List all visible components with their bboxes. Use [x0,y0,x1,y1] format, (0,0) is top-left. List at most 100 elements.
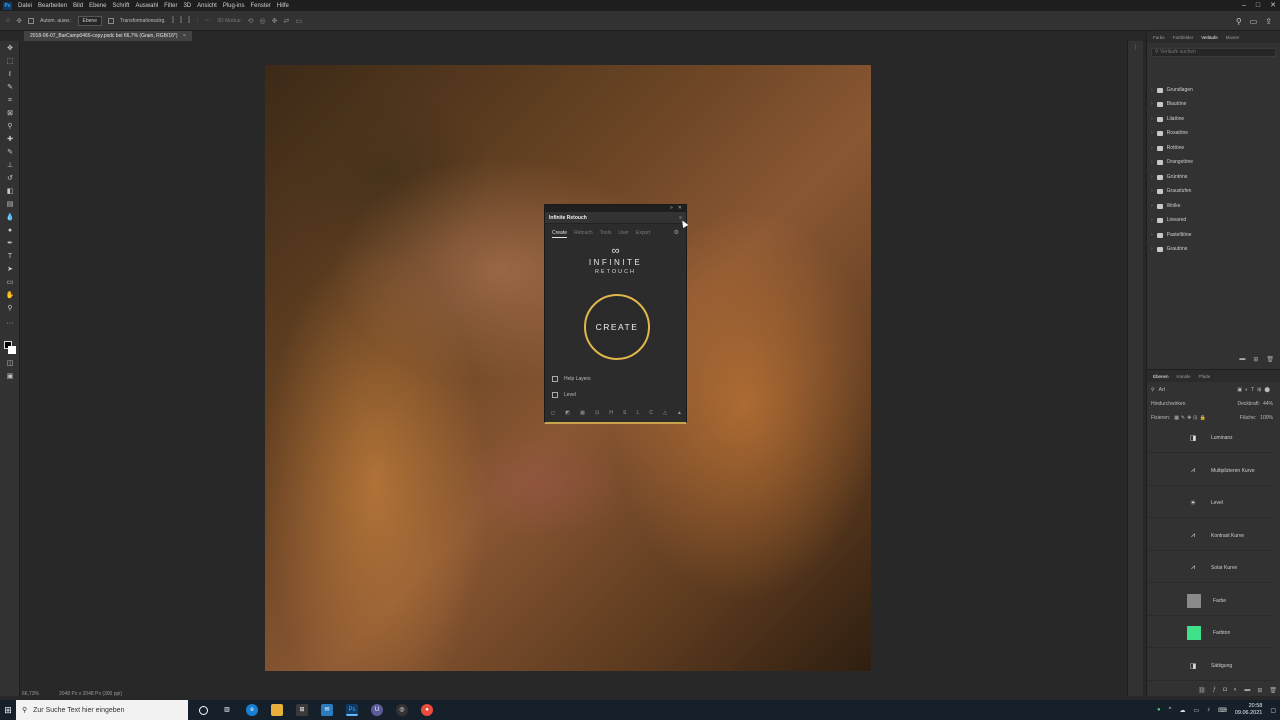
c-button[interactable]: C [649,410,653,416]
tab-muster[interactable]: Muster [1226,35,1240,40]
share-icon[interactable]: ⇪ [1265,17,1272,26]
close-tab-icon[interactable]: × [183,33,186,39]
blur-tool-icon[interactable]: 💧 [5,213,15,222]
tab-farbe[interactable]: Farbe [1153,35,1165,40]
layer-filter-icons[interactable]: ▣◐T⊞⬤ [1237,387,1273,393]
layer-row[interactable]: ☀ Level [1147,488,1273,518]
folder-pastelltoene[interactable]: › Pastelltöne [1151,231,1191,239]
zoom-tool-icon[interactable]: ⚲ [5,304,15,313]
more-options-icon[interactable]: ··· [204,17,211,24]
app-u-icon[interactable]: U [371,704,383,716]
menu-ebene[interactable]: Ebene [89,3,106,9]
3d-rotate-icon[interactable]: ⟲ [248,17,254,25]
folder-graustufen[interactable]: › Graustufen [1151,187,1191,195]
transform-checkbox[interactable] [107,17,114,24]
3d-scale-icon[interactable]: ▭ [295,17,302,25]
maximize-icon[interactable]: □ [1256,0,1260,11]
hand-tool-icon[interactable]: ✋ [5,291,15,300]
cloud-icon[interactable]: ☁ [1179,707,1185,714]
brush-tool-icon[interactable]: ✎ [5,148,15,157]
clock[interactable]: 20:58 09.06.2021 [1235,703,1263,717]
s-button[interactable]: S [623,410,626,416]
folder-gruentoene[interactable]: › Grüntöne [1151,173,1188,181]
help-layers-checkbox[interactable] [552,376,558,382]
folder-rosatoene[interactable]: › Rosatöne [1151,129,1188,137]
align-left-icon[interactable]: ⫿ [172,17,174,25]
gradient-tool-icon[interactable]: ▤ [5,200,15,209]
photoshop-icon[interactable]: Ps [346,704,358,716]
l-button[interactable]: L [636,410,639,416]
opacity-value[interactable]: 44% [1263,401,1273,407]
windows-start-icon[interactable]: ⊞ [0,700,16,720]
move-tool-icon[interactable]: ✥ [5,44,15,53]
layer-filter-select[interactable]: Art [1159,387,1165,393]
menu-filter[interactable]: Filter [164,3,177,9]
plugin-titlebar[interactable]: » ✕ [545,205,686,212]
warning-outline-icon[interactable]: △ [663,410,667,416]
menu-bild[interactable]: Bild [73,3,83,9]
gradient-search-input[interactable]: ⚲ Verläufe suchen [1151,48,1276,57]
healing-brush-tool-icon[interactable]: ✚ [5,135,15,144]
layer-row[interactable]: ⩘ Kontrast Kurve [1147,521,1273,551]
tab-verlaeufe[interactable]: Verläufe [1201,35,1218,40]
folder-orangetoene[interactable]: › Orangetöne [1151,158,1193,166]
target-icon[interactable]: ⊡ [595,410,599,416]
clone-stamp-tool-icon[interactable]: ⊥ [5,161,15,170]
taskbar-search-input[interactable]: ⚲ Zur Suche Text hier eingeben [16,700,188,720]
folder-grundlagen[interactable]: › Grundlagen [1151,86,1193,94]
screen-mode-icon[interactable]: ▣ [5,372,15,381]
eraser-tool-icon[interactable]: ◧ [5,187,15,196]
menu-hilfe[interactable]: Hilfe [277,3,289,9]
3d-pan-icon[interactable]: ✥ [272,17,278,25]
layer-row[interactable]: ◨ Luminanz [1147,423,1273,453]
volume-icon[interactable]: ♪ [1207,707,1210,713]
group-icon[interactable]: ▬ [1244,687,1250,694]
folder-lineared[interactable]: › Lineared [1151,216,1186,224]
lock-icons[interactable]: ▦✎✥⊡🔒 [1174,415,1208,421]
3d-slide-icon[interactable]: ⇄ [283,17,289,25]
tab-tools[interactable]: Tools [600,230,612,238]
gear-icon[interactable]: ⚙ [674,229,679,236]
pen-tool-icon[interactable]: ✒ [5,239,15,248]
eyedropper-tool-icon[interactable]: ⚲ [5,122,15,131]
chrome-icon[interactable]: ● [421,704,433,716]
edge-icon[interactable]: e [246,704,258,716]
minimize-icon[interactable]: – [1242,0,1246,11]
tab-export[interactable]: Export [636,230,650,238]
new-gradient-icon[interactable]: ⊞ [1253,356,1258,363]
link-icon[interactable]: ⛓ [1198,687,1206,694]
tab-create[interactable]: Create [552,230,568,238]
add-mask-icon[interactable]: ◘ [1223,687,1227,694]
rectangle-tool-icon[interactable]: ▭ [5,278,15,287]
level-option[interactable]: Level [552,392,576,398]
folder-rottoene[interactable]: › Rottöne [1151,144,1184,152]
delete-layer-icon[interactable]: 🗑 [1269,687,1277,694]
document-tab[interactable]: 2018-06-07_BarCamp0466-copy.psdc bei 66,… [24,31,192,41]
mail-icon[interactable]: ✉ [321,704,333,716]
fill-value[interactable]: 100% [1260,415,1273,421]
plugin-close-icon[interactable]: ✕ [678,205,682,212]
crop-tool-icon[interactable]: ⌗ [5,96,15,105]
help-layers-option[interactable]: Help Layers [552,376,591,382]
search-icon[interactable]: ⚲ [1236,17,1242,26]
delete-icon[interactable]: 🗑 [1266,356,1274,363]
properties-icon[interactable]: ⫶ [1128,45,1143,53]
language-icon[interactable]: ⌨ [1218,707,1227,714]
distribute-icon[interactable]: ⫶ [196,17,198,25]
layer-row[interactable]: ⩘ Solar Kurve [1147,553,1273,583]
network-icon[interactable]: ▭ [1193,707,1199,714]
menu-plugins[interactable]: Plug-ins [223,3,245,9]
new-folder-icon[interactable]: ▬ [1239,356,1245,363]
menu-bearbeiten[interactable]: Bearbeiten [38,3,67,9]
dodge-tool-icon[interactable]: ● [5,226,15,235]
half-tone-icon[interactable]: ◩ [565,410,570,416]
notifications-icon[interactable]: ▢ [1270,707,1276,714]
folder-blautoene[interactable]: › Blautöne [1151,100,1186,108]
align-right-icon[interactable]: ⫿ [188,17,190,25]
menu-datei[interactable]: Datei [18,3,32,9]
layers-icon[interactable]: ▦ [580,410,585,416]
layer-row[interactable]: ◨ Sättigung [1147,651,1273,681]
folder-grautoene[interactable]: › Grautöne [1151,245,1188,253]
move-tool-icon[interactable]: ✥ [16,17,22,25]
menu-3d[interactable]: 3D [183,3,191,9]
